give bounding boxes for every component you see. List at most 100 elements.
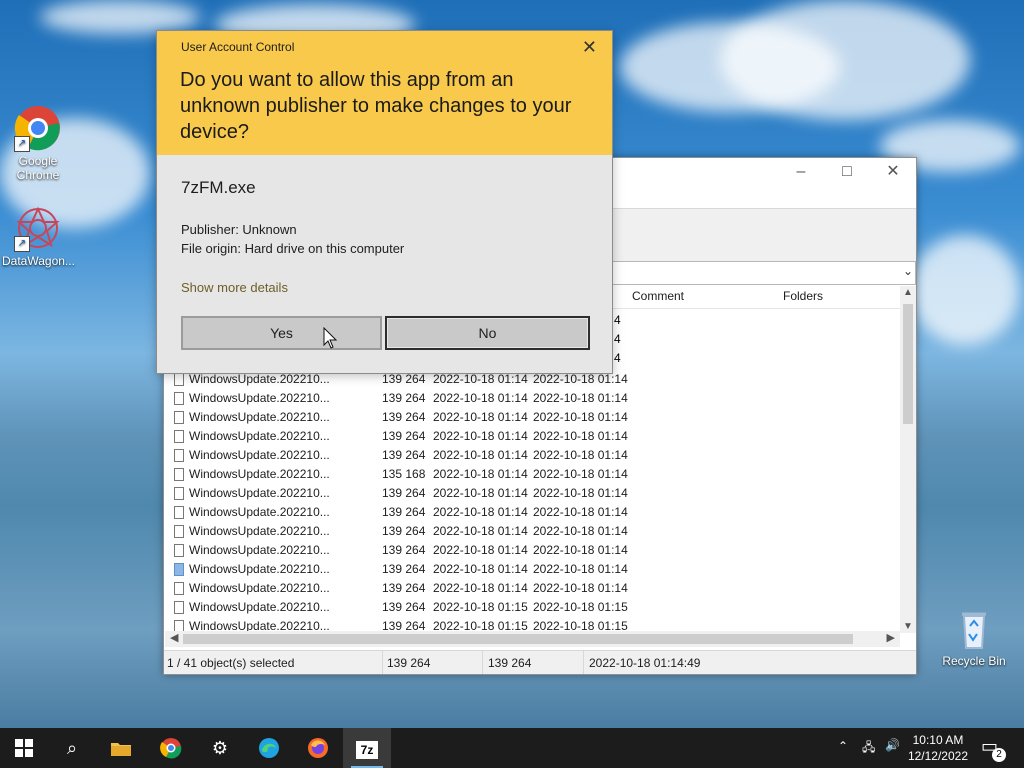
desktop-icon-google-chrome[interactable]: ↗ Google Chrome xyxy=(2,104,74,182)
status-divider xyxy=(583,651,584,674)
file-name: WindowsUpdate.202210... xyxy=(189,486,330,500)
table-row[interactable]: WindowsUpdate.202210... 139 264 2022-10-18… xyxy=(171,522,891,541)
table-row[interactable]: WindowsUpdate.202210... 139 264 2022-10-18… xyxy=(171,541,891,560)
publisher-text: Publisher: Unknown xyxy=(181,222,297,237)
modified-date: 2022-10-18 01:14 xyxy=(433,467,528,481)
modified-date: 2022-10-18 01:14 xyxy=(433,448,528,462)
table-row[interactable]: WindowsUpdate.202210... 139 264 2022-10-18… xyxy=(171,484,891,503)
modified-date: 2022-10-18 01:15 xyxy=(433,600,528,614)
status-divider xyxy=(482,651,483,674)
created-date: 2022-10-18 01:14 xyxy=(533,543,628,557)
file-icon xyxy=(174,468,184,481)
created-date: 2022-10-18 01:14 xyxy=(533,448,628,462)
uac-body: 7zFM.exe Publisher: Unknown File origin:… xyxy=(157,155,612,373)
created-date: 2022-10-18 01:14 xyxy=(533,505,628,519)
windows-start-icon[interactable] xyxy=(0,728,48,768)
file-name: WindowsUpdate.202210... xyxy=(189,600,330,614)
scroll-left-icon[interactable]: ◀ xyxy=(170,631,178,644)
cloud xyxy=(40,0,200,34)
file-size: 139 264 xyxy=(382,448,426,462)
partial-value: 4 xyxy=(614,351,621,365)
table-row[interactable]: WindowsUpdate.202210... 139 264 2022-10-18… xyxy=(171,446,891,465)
table-row[interactable]: WindowsUpdate.202210... 135 168 2022-10-18… xyxy=(171,465,891,484)
desktop-icon-recycle-bin[interactable]: Recycle Bin xyxy=(938,604,1010,668)
file-size: 139 264 xyxy=(382,581,426,595)
horizontal-scroll-thumb[interactable] xyxy=(183,634,853,644)
uac-question: Do you want to allow this app from an un… xyxy=(180,69,572,143)
status-divider xyxy=(382,651,383,674)
file-size: 139 264 xyxy=(382,524,426,538)
selected-date: 2022-10-18 01:14:49 xyxy=(589,656,701,670)
file-name: WindowsUpdate.202210... xyxy=(189,372,330,386)
file-size: 139 264 xyxy=(382,410,426,424)
file-size: 139 264 xyxy=(382,600,426,614)
file-icon xyxy=(174,582,184,595)
maximize-icon[interactable]: □ xyxy=(824,158,870,186)
chevron-down-icon[interactable]: ⌄ xyxy=(903,264,913,278)
table-row[interactable]: WindowsUpdate.202210... 139 264 2022-10-18… xyxy=(171,598,891,617)
gear-icon[interactable]: ⚙ xyxy=(196,728,244,768)
created-date: 2022-10-18 01:14 xyxy=(533,562,628,576)
shortcut-arrow-icon: ↗ xyxy=(14,236,30,252)
created-date: 2022-10-18 01:14 xyxy=(533,429,628,443)
dialog-caption: User Account Control xyxy=(181,40,295,54)
modified-date: 2022-10-18 01:14 xyxy=(433,524,528,538)
file-size: 139 264 xyxy=(382,486,426,500)
address-bar[interactable]: ⌄ xyxy=(612,261,916,285)
chevron-up-icon[interactable]: ⌃ xyxy=(838,739,848,753)
modified-date: 2022-10-18 01:14 xyxy=(433,429,528,443)
modified-date: 2022-10-18 01:14 xyxy=(433,486,528,500)
horizontal-scrollbar[interactable]: ◀ ▶ xyxy=(165,631,900,647)
volume-icon[interactable]: 🔊 xyxy=(885,738,900,752)
close-icon[interactable]: ✕ xyxy=(582,37,597,58)
file-size: 139 264 xyxy=(382,391,426,405)
file-name: WindowsUpdate.202210... xyxy=(189,391,330,405)
file-name: WindowsUpdate.202210... xyxy=(189,429,330,443)
desktop-icon-datawagon[interactable]: ↗ DataWagon... xyxy=(2,204,75,268)
no-button[interactable]: No xyxy=(385,316,590,350)
partial-value: 4 xyxy=(614,313,621,327)
scroll-up-icon[interactable]: ▲ xyxy=(903,287,913,298)
show-more-details-link[interactable]: Show more details xyxy=(181,280,288,295)
chrome-icon[interactable] xyxy=(147,728,195,768)
mouse-pointer-icon xyxy=(323,326,338,349)
network-icon[interactable]: 🖧 xyxy=(862,738,875,759)
file-icon xyxy=(174,411,184,424)
file-icon xyxy=(174,449,184,462)
close-icon[interactable]: ✕ xyxy=(870,158,916,186)
file-icon xyxy=(174,392,184,405)
7zip-taskbar-icon[interactable]: 7z xyxy=(343,728,391,768)
table-row[interactable]: WindowsUpdate.202210... 139 264 2022-10-18… xyxy=(171,503,891,522)
search-icon[interactable]: ⌕ xyxy=(48,728,96,768)
minimize-icon[interactable]: – xyxy=(778,158,824,186)
cloud xyxy=(910,235,1020,345)
edge-icon[interactable] xyxy=(245,728,293,768)
firefox-icon[interactable] xyxy=(294,728,342,768)
selection-status: 1 / 41 object(s) selected xyxy=(167,656,295,670)
created-date: 2022-10-18 01:14 xyxy=(533,467,628,481)
scroll-down-icon[interactable]: ▼ xyxy=(903,621,913,632)
table-row[interactable]: WindowsUpdate.202210... 139 264 2022-10-18… xyxy=(171,427,891,446)
comment-column-header[interactable]: Comment xyxy=(632,289,684,303)
scroll-right-icon[interactable]: ▶ xyxy=(887,631,895,644)
file-name: WindowsUpdate.202210... xyxy=(189,543,330,557)
file-explorer-icon[interactable] xyxy=(97,728,145,768)
file-icon xyxy=(174,544,184,557)
chrome-icon: ↗ xyxy=(14,104,62,152)
vertical-scroll-thumb[interactable] xyxy=(903,304,913,424)
created-date: 2022-10-18 01:14 xyxy=(533,372,628,386)
vertical-scrollbar[interactable]: ▲ ▼ xyxy=(900,286,916,633)
window-controls: – □ ✕ xyxy=(778,158,916,186)
folders-column-header[interactable]: Folders xyxy=(783,289,823,303)
taskbar-clock[interactable]: 10:10 AM 12/12/2022 xyxy=(908,732,968,764)
desktop-icon-label: DataWagon... xyxy=(2,254,75,268)
table-row[interactable]: WindowsUpdate.202210... 139 264 2022-10-18… xyxy=(171,579,891,598)
table-row[interactable]: WindowsUpdate.202210... 139 264 2022-10-18… xyxy=(171,389,891,408)
file-icon xyxy=(174,525,184,538)
table-row[interactable]: WindowsUpdate.202210... 139 264 2022-10-18… xyxy=(171,560,891,579)
created-date: 2022-10-18 01:14 xyxy=(533,581,628,595)
table-row[interactable]: WindowsUpdate.202210... 139 264 2022-10-18… xyxy=(171,408,891,427)
file-size: 135 168 xyxy=(382,467,426,481)
created-date: 2022-10-18 01:14 xyxy=(533,410,628,424)
yes-button[interactable]: Yes xyxy=(181,316,382,350)
